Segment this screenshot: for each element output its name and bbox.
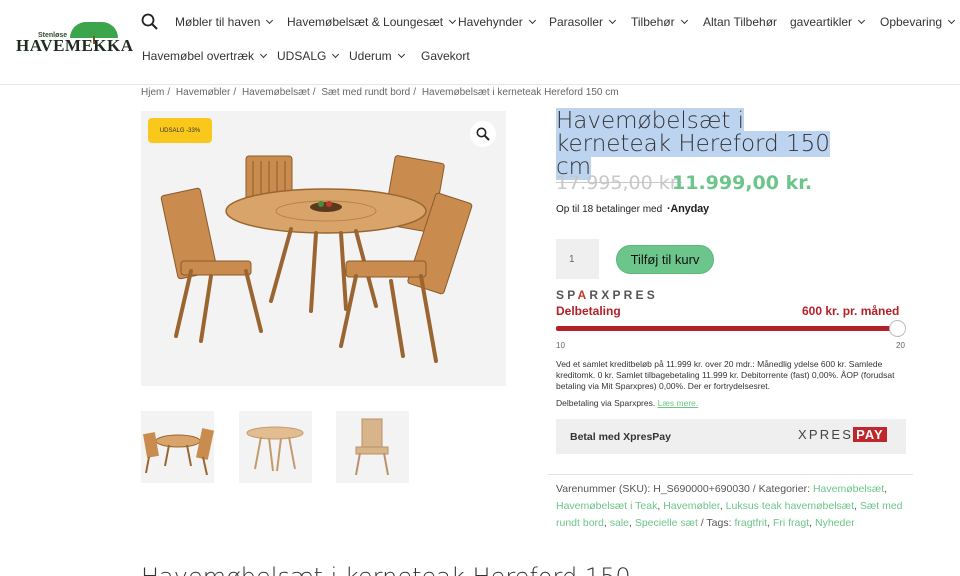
thumbnail-set-illustration (143, 428, 214, 476)
site-header: Stenløse HAVEMEKKA Møbler til haven Have… (0, 0, 960, 85)
breadcrumb-link-havemobelsaet[interactable]: Havemøbelsæt (242, 87, 310, 98)
anyday-text: Op til 18 betalinger med (556, 204, 663, 215)
sale-badge: UDSALG -33% (148, 118, 212, 143)
nav-item-havemobelsaet[interactable]: Havemøbelsæt & Loungesæt (287, 15, 457, 29)
chevron-down-icon (332, 50, 340, 59)
nav-item-parasoller[interactable]: Parasoller (549, 15, 617, 29)
anyday-info: Op til 18 betalinger med ·Anyday (556, 203, 709, 215)
tag-link[interactable]: Nyheder (815, 517, 855, 529)
chevron-down-icon (449, 16, 457, 25)
product-title: Havemøbelsæt i kerneteak Hereford 150 cm (556, 108, 830, 180)
price-sale: 11.999,00 kr. (672, 172, 813, 194)
add-to-cart-button[interactable]: Tilføj til kurv (616, 245, 714, 274)
nav-item-gavekort[interactable]: Gavekort (421, 49, 470, 63)
nav-item-gaveartikler[interactable]: gaveartikler (790, 15, 866, 29)
summary-divider (548, 474, 913, 475)
read-more-link[interactable]: Læs mere. (658, 398, 699, 408)
teak-furniture-illustration (160, 155, 473, 363)
category-link[interactable]: sale (610, 517, 629, 529)
xprespay-label: Betal med XpresPay (570, 431, 671, 443)
loan-period-slider-handle[interactable] (889, 320, 906, 337)
anyday-logo: ·Anyday (666, 203, 709, 215)
thumbnail-full-set[interactable] (141, 411, 214, 483)
breadcrumb: Hjem / Havemøbler / Havemøbelsæt / Sæt med … (141, 87, 619, 98)
sparxpres-logo: SPARXPRES (556, 288, 658, 302)
monthly-payment: 600 kr. pr. måned (802, 304, 900, 318)
thumbnail-table[interactable] (239, 411, 312, 483)
breadcrumb-link-rundt-bord[interactable]: Sæt med rundt bord (321, 87, 410, 98)
breadcrumb-link-havemobler[interactable]: Havemøbler (176, 87, 230, 98)
logo-big-text: HAVEMEKKA (16, 36, 134, 55)
site-logo[interactable]: Stenløse HAVEMEKKA (16, 22, 133, 56)
chevron-down-icon (266, 16, 274, 25)
xprespay-button[interactable]: Betal med XpresPay XPRES PAY (556, 419, 906, 454)
chevron-down-icon (397, 50, 405, 59)
product-main-image[interactable] (141, 111, 506, 386)
slider-max-label: 20 (896, 341, 905, 350)
category-link[interactable]: Luksus teak havemøbelsæt (726, 500, 854, 512)
tag-link[interactable]: fragtfrit (734, 517, 767, 529)
nav-item-opbevaring[interactable]: Opbevaring (880, 15, 956, 29)
nav-item-altan-tilbehor[interactable]: Altan Tilbehør (703, 15, 777, 29)
thumbnail-chair[interactable] (336, 411, 409, 483)
category-link[interactable]: Havemøbler (663, 500, 720, 512)
nav-item-tilbehor[interactable]: Tilbehør (631, 15, 688, 29)
search-icon[interactable] (141, 13, 159, 31)
chevron-down-icon (528, 16, 536, 25)
credit-terms-text: Ved et samlet kreditbeløb på 11.999 kr. … (556, 359, 895, 391)
nav-item-mobler[interactable]: Møbler til haven (175, 15, 274, 29)
chevron-down-icon (680, 16, 688, 25)
chevron-down-icon (948, 16, 956, 25)
category-link[interactable]: Havemøbelsæt (813, 483, 884, 495)
slider-min-label: 10 (556, 341, 565, 350)
nav-item-havehynder[interactable]: Havehynder (458, 15, 536, 29)
chevron-down-icon (857, 16, 866, 25)
sparxpres-info-line: Delbetaling via Sparxpres. Læs mere. (556, 398, 699, 408)
description-heading: Havemøbelsæt i kerneteak Hereford 150 (141, 563, 631, 576)
xprespay-logo: XPRES PAY (798, 427, 887, 442)
thumbnail-table-illustration (246, 426, 304, 472)
tag-link[interactable]: Fri fragt (773, 517, 809, 529)
loan-period-slider-track[interactable] (556, 326, 900, 331)
nav-item-udsalg[interactable]: UDSALG (277, 49, 340, 63)
product-meta: Varenummer (SKU): H_S690000+690030 / Kat… (556, 483, 903, 529)
nav-item-overtraek[interactable]: Havemøbel overtræk (142, 49, 268, 63)
price-original: 17.995,00 kr. (556, 172, 682, 194)
chevron-down-icon (259, 50, 268, 59)
financing-label: Delbetaling (556, 304, 621, 318)
zoom-icon[interactable] (470, 121, 496, 147)
quantity-input[interactable]: 1 (556, 239, 599, 279)
nav-item-uderum[interactable]: Uderum (349, 49, 405, 63)
chevron-down-icon (608, 16, 617, 25)
category-link[interactable]: Havemøbelsæt i Teak (556, 500, 657, 512)
breadcrumb-current: Havemøbelsæt i kerneteak Hereford 150 cm (421, 87, 619, 98)
sku-value: H_S690000+690030 (653, 483, 750, 495)
breadcrumb-link-hjem[interactable]: Hjem (141, 87, 164, 98)
category-link[interactable]: Specielle sæt (635, 517, 698, 529)
thumbnail-chair-illustration (355, 418, 389, 476)
